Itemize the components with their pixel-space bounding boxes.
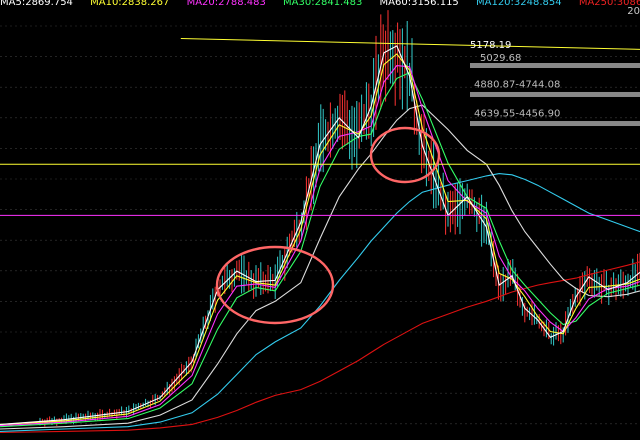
fib-bar xyxy=(470,121,640,127)
legend-ma60: MA60:3156.115 xyxy=(379,0,459,8)
peak-label: 5178.19 xyxy=(470,40,511,51)
legend-ma20: MA20:2788.483 xyxy=(186,0,266,8)
fib-bar xyxy=(470,91,640,97)
stock-chart[interactable]: 5178.19 5029.68 4880.87-4744.08 4639.55-445… xyxy=(0,0,640,440)
legend-ma10: MA10:2838.267 xyxy=(90,0,170,8)
fib-label-1: 5029.68 xyxy=(480,53,521,64)
legend-ma30: MA30:2841.483 xyxy=(283,0,363,8)
fib-label-3: 4639.55-4456.90 xyxy=(474,109,560,120)
legend-ma5: MA5:2869.754 xyxy=(0,0,73,8)
corner-label: 20 xyxy=(627,6,640,17)
fib-label-2: 4880.87-4744.08 xyxy=(474,80,560,91)
legend-ma120: MA120:3248.854 xyxy=(475,0,562,8)
ma-legend: MA5:2869.754 MA10:2838.267 MA20:2788.483… xyxy=(0,0,640,10)
